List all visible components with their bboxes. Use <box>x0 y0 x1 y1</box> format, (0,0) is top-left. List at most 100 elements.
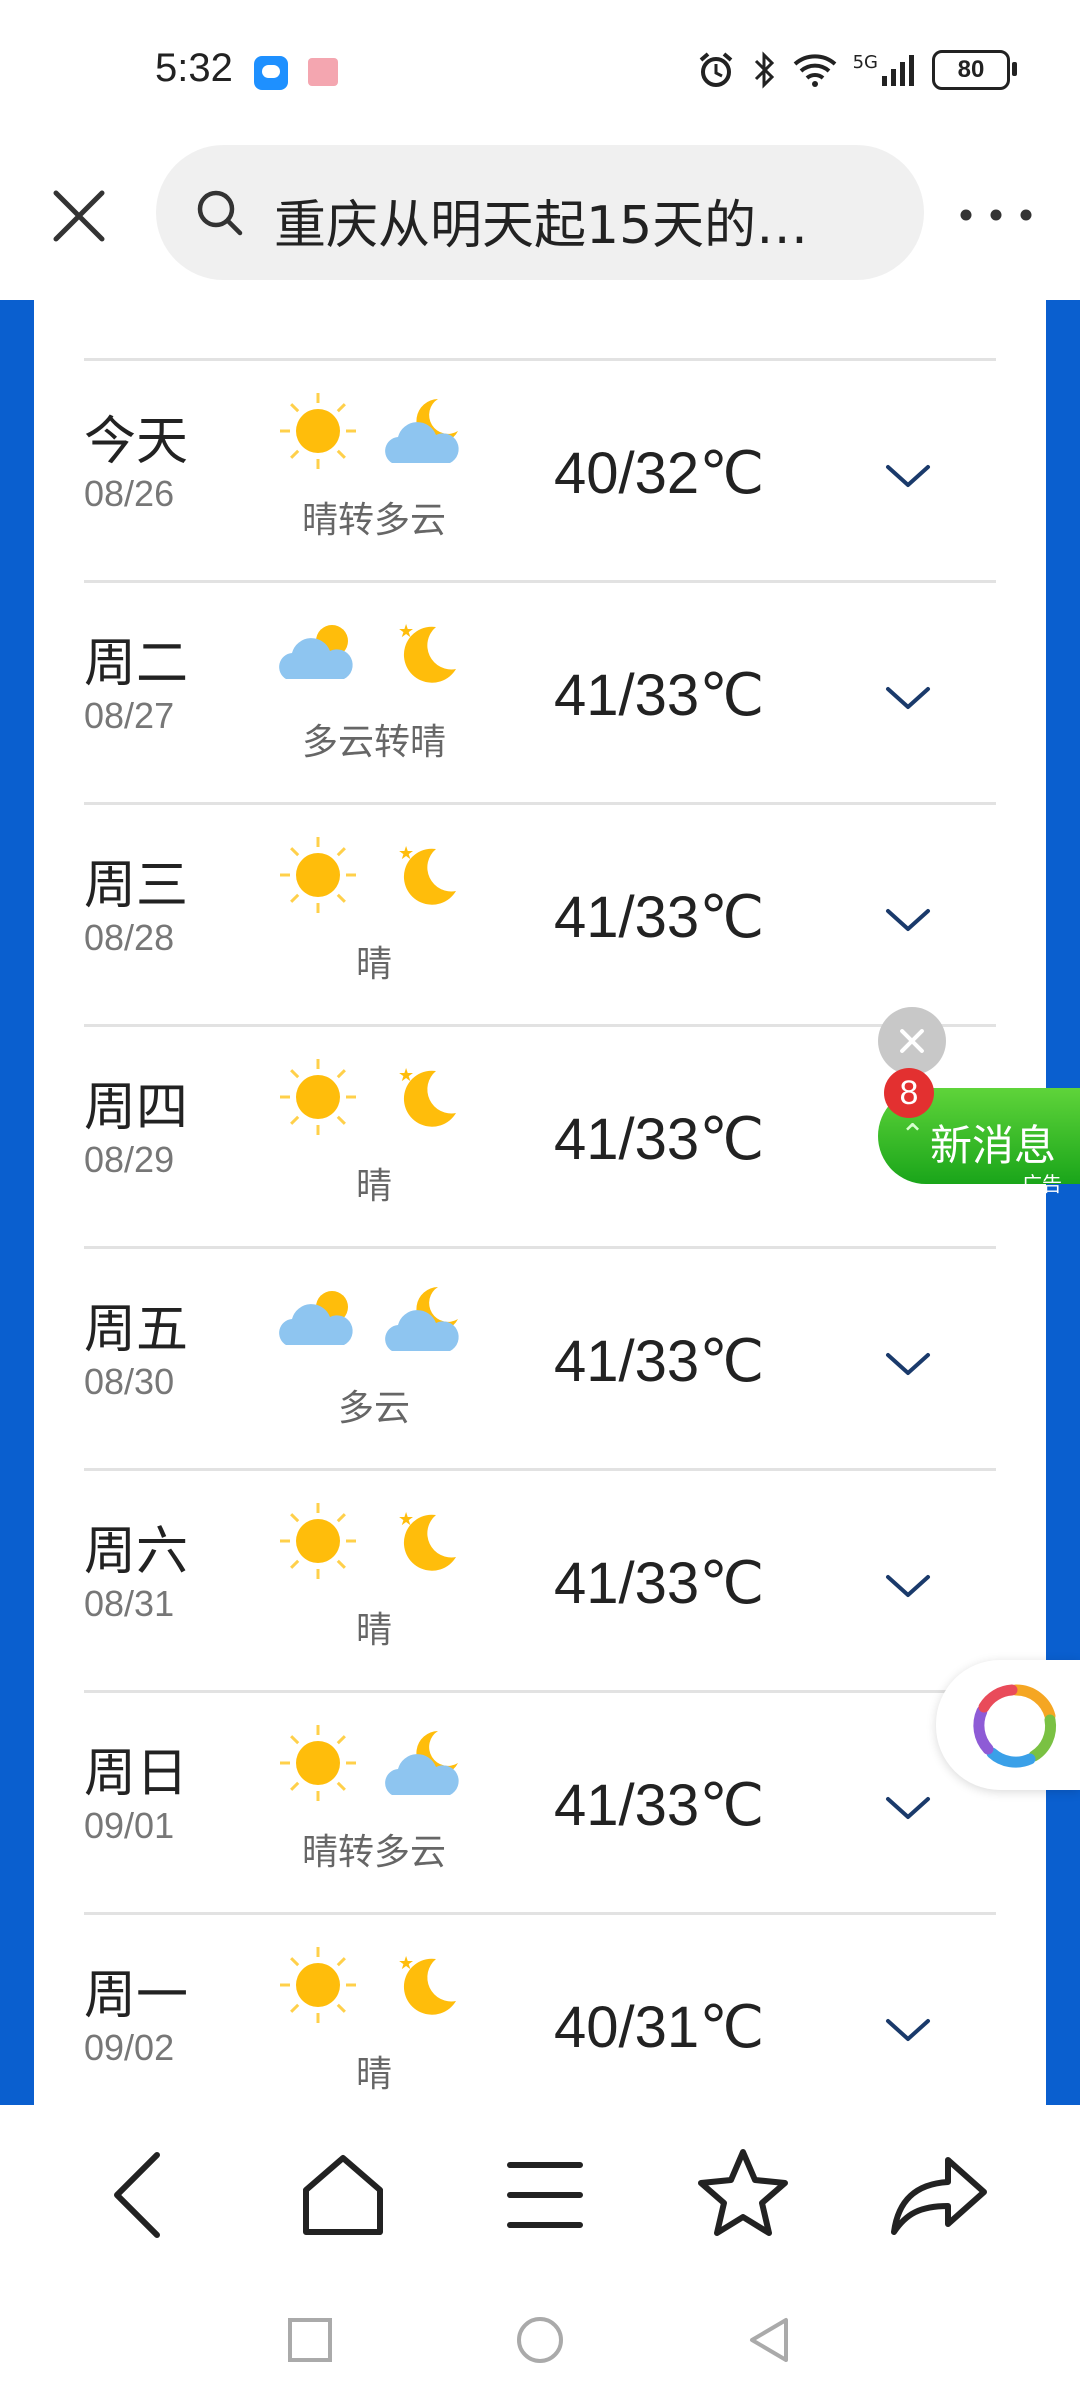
moon-cloud-icon <box>376 1279 476 1359</box>
chevron-up-icon: ⌃ <box>900 1118 926 1153</box>
status-indicators: 5G 80 <box>697 50 1017 90</box>
home-icon[interactable] <box>288 2140 398 2250</box>
moon-icon: ★ <box>376 613 476 693</box>
chevron-down-icon[interactable] <box>884 683 932 713</box>
forecast-day: 周四 <box>84 1078 189 1138</box>
svg-text:★: ★ <box>398 621 414 642</box>
forecast-panel: 今天 08/26 晴转多云 40/32℃ 周二 08/27 ★ 多云转晴 41/… <box>34 300 1046 2105</box>
forecast-row[interactable]: 周五 08/30 多云 41/33℃ <box>84 1246 996 1468</box>
chevron-down-icon[interactable] <box>884 1793 932 1823</box>
forecast-temperature: 40/31℃ <box>554 1995 765 2060</box>
forecast-row[interactable]: 周四 08/29 ★ 晴 41/33℃ <box>84 1024 996 1246</box>
chevron-down-icon[interactable] <box>884 1571 932 1601</box>
forecast-row[interactable]: 周一 09/02 ★ 晴 40/31℃ <box>84 1912 996 2105</box>
svg-text:★: ★ <box>398 1953 414 1974</box>
alarm-icon <box>699 52 732 87</box>
moon-icon: ★ <box>376 835 476 915</box>
forecast-date: 08/30 <box>84 1361 175 1402</box>
page-border-left <box>0 300 34 2105</box>
forecast-condition: 晴 <box>355 944 392 985</box>
forecast-row[interactable]: 周二 08/27 ★ 多云转晴 41/33℃ <box>84 580 996 802</box>
sun-cloud-icon <box>268 1279 368 1359</box>
forecast-day: 周一 <box>84 1966 189 2026</box>
signal-icon <box>882 55 914 86</box>
sun-icon <box>268 1945 368 2025</box>
svg-text:★: ★ <box>398 843 414 864</box>
forecast-day: 周日 <box>84 1744 189 1804</box>
wifi-icon <box>793 54 836 87</box>
forecast-day: 周六 <box>84 1522 189 1582</box>
system-navbar <box>0 2290 1080 2400</box>
forecast-condition: 晴 <box>355 1610 392 1651</box>
moon-cloud-icon <box>376 391 476 471</box>
search-icon <box>197 190 243 236</box>
back-icon[interactable] <box>85 2140 195 2250</box>
share-icon[interactable] <box>888 2140 998 2250</box>
more-options-icon[interactable] <box>958 200 1034 230</box>
page-border-right <box>1046 300 1080 2105</box>
sun-icon <box>268 835 368 915</box>
chevron-down-icon[interactable] <box>884 2015 932 2045</box>
close-icon[interactable] <box>48 185 110 247</box>
sun-icon <box>268 1057 368 1137</box>
swirl-logo-icon <box>973 1684 1057 1768</box>
star-icon[interactable] <box>688 2140 798 2250</box>
forecast-condition: 晴转多云 <box>301 1832 446 1873</box>
forecast-day: 周三 <box>84 856 189 916</box>
forecast-condition: 多云 <box>337 1388 410 1429</box>
moon-icon: ★ <box>376 1057 476 1137</box>
forecast-date: 08/28 <box>84 917 175 958</box>
notification-app-icon <box>308 58 338 86</box>
ad-label: 新消息 <box>930 1121 1057 1170</box>
sun-icon <box>268 391 368 471</box>
back-triangle-icon[interactable] <box>740 2310 800 2370</box>
forecast-date: 08/26 <box>84 473 175 514</box>
svg-text:★: ★ <box>398 1065 414 1086</box>
chevron-down-icon[interactable] <box>884 461 932 491</box>
status-time: 5:32 <box>155 46 233 90</box>
battery-indicator: 80 <box>932 50 1017 90</box>
chevron-down-icon[interactable] <box>884 905 932 935</box>
svg-text:★: ★ <box>398 1509 414 1530</box>
sun-icon <box>268 1501 368 1581</box>
forecast-row[interactable]: 今天 08/26 晴转多云 40/32℃ <box>84 358 996 580</box>
forecast-condition: 多云转晴 <box>301 722 446 763</box>
forecast-condition: 晴 <box>355 1166 392 1207</box>
forecast-date: 09/01 <box>84 1805 175 1846</box>
moon-icon: ★ <box>376 1945 476 2025</box>
ad-tag: 广告 <box>1022 1172 1062 1196</box>
network-type: 5G <box>852 51 878 73</box>
forecast-temperature: 41/33℃ <box>554 1773 765 1838</box>
forecast-date: 08/27 <box>84 695 175 736</box>
ad-badge-count: 8 <box>884 1068 934 1118</box>
search-bar[interactable]: 重庆从明天起15天的… <box>156 145 924 280</box>
forecast-list: 今天 08/26 晴转多云 40/32℃ 周二 08/27 ★ 多云转晴 41/… <box>84 358 996 2105</box>
forecast-temperature: 41/33℃ <box>554 1107 765 1172</box>
browser-topbar: 重庆从明天起15天的… <box>0 145 1080 300</box>
forecast-temperature: 41/33℃ <box>554 1329 765 1394</box>
status-bar: 5:32 5G 80 <box>0 0 1080 145</box>
browser-navbar <box>0 2105 1080 2290</box>
forecast-day: 今天 <box>84 412 189 472</box>
moon-icon: ★ <box>376 1501 476 1581</box>
forecast-temperature: 41/33℃ <box>554 663 765 728</box>
message-app-icon <box>254 56 288 90</box>
forecast-row[interactable]: 周三 08/28 ★ 晴 41/33℃ <box>84 802 996 1024</box>
home-circle-icon[interactable] <box>510 2310 570 2370</box>
menu-icon[interactable] <box>490 2140 600 2250</box>
bluetooth-icon <box>754 51 774 89</box>
recents-icon[interactable] <box>280 2310 340 2370</box>
forecast-date: 08/31 <box>84 1583 175 1624</box>
chevron-down-icon[interactable] <box>884 1349 932 1379</box>
forecast-condition: 晴转多云 <box>301 500 446 541</box>
search-query: 重庆从明天起15天的… <box>274 196 809 256</box>
forecast-temperature: 41/33℃ <box>554 1551 765 1616</box>
forecast-day: 周五 <box>84 1300 189 1360</box>
forecast-row[interactable]: 周日 09/01 晴转多云 41/33℃ <box>84 1690 996 1912</box>
ad-close-button[interactable] <box>878 1007 946 1075</box>
forecast-temperature: 41/33℃ <box>554 885 765 950</box>
floating-app-logo[interactable] <box>936 1660 1080 1790</box>
forecast-row[interactable]: 周六 08/31 ★ 晴 41/33℃ <box>84 1468 996 1690</box>
forecast-date: 08/29 <box>84 1139 175 1180</box>
moon-cloud-icon <box>376 1723 476 1803</box>
